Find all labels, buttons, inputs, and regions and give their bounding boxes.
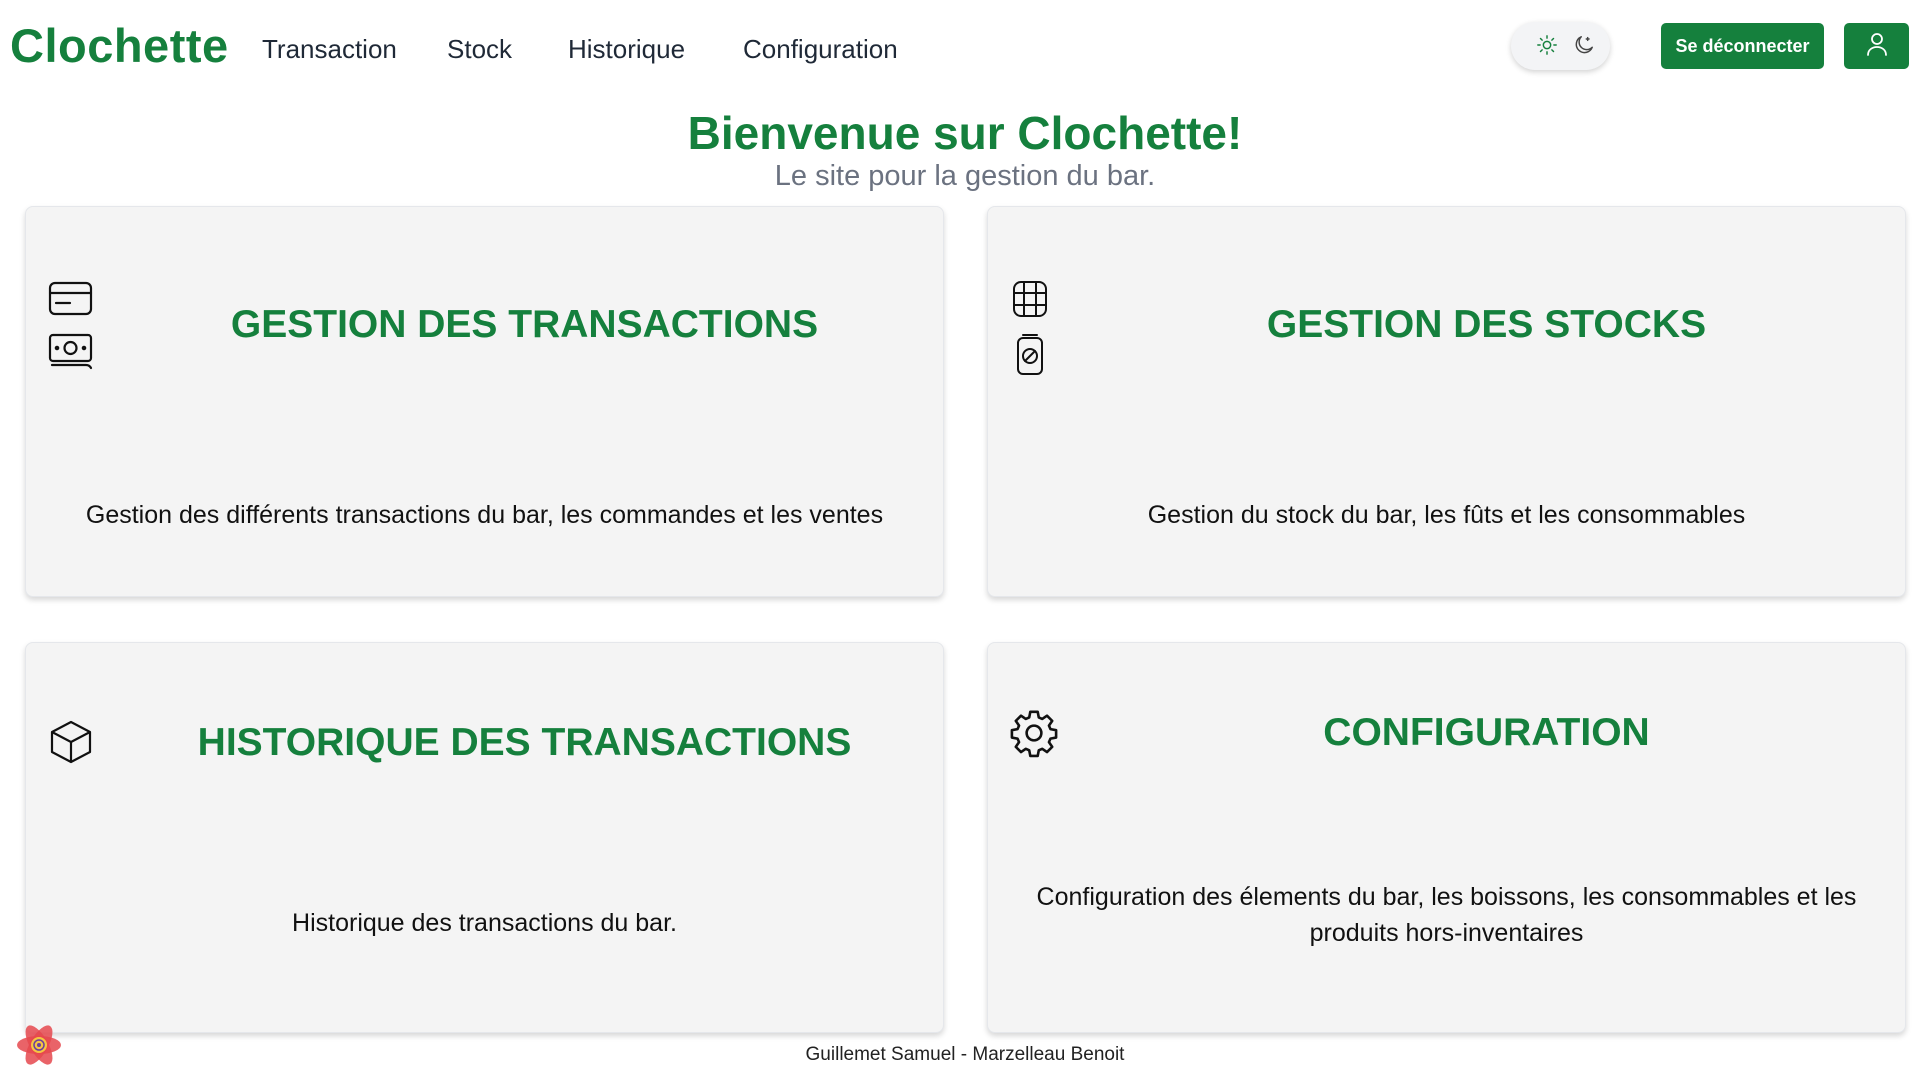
card-configuration[interactable]: CONFIGURATION Configuration des élements… bbox=[987, 642, 1906, 1033]
card-icons bbox=[48, 279, 94, 377]
moon-icon[interactable] bbox=[1573, 34, 1595, 61]
theme-toggle[interactable] bbox=[1511, 22, 1610, 70]
page-title: Bienvenue sur Clochette! bbox=[687, 107, 1243, 159]
card-title: GESTION DES TRANSACTIONS bbox=[230, 303, 819, 346]
card-icons bbox=[1010, 279, 1050, 383]
card-stocks[interactable]: GESTION DES STOCKS Gestion du stock du b… bbox=[987, 206, 1906, 597]
card-icons bbox=[1008, 707, 1060, 764]
nav-link-transaction[interactable]: Transaction bbox=[262, 34, 397, 65]
card-description: Configuration des élements du bar, les b… bbox=[1036, 883, 1857, 947]
brand-logo[interactable]: Clochette bbox=[10, 18, 229, 73]
keg-icon bbox=[1010, 279, 1050, 324]
logout-button[interactable]: Se déconnecter bbox=[1661, 23, 1824, 69]
profile-button[interactable] bbox=[1844, 23, 1909, 69]
credit-card-icon bbox=[48, 279, 94, 324]
card-description: Historique des transactions du bar. bbox=[292, 909, 677, 937]
nav-link-configuration[interactable]: Configuration bbox=[743, 34, 898, 65]
card-icons bbox=[48, 719, 94, 770]
can-icon bbox=[1010, 332, 1050, 383]
navbar: Clochette Transaction Stock Historique C… bbox=[0, 0, 1920, 96]
nav-link-stock[interactable]: Stock bbox=[447, 34, 512, 65]
user-icon bbox=[1865, 31, 1889, 62]
box-icon bbox=[48, 719, 94, 770]
page-subtitle: Le site pour la gestion du bar. bbox=[774, 160, 1156, 192]
card-title: GESTION DES STOCKS bbox=[1266, 303, 1707, 346]
banknote-icon bbox=[48, 332, 94, 377]
card-historique[interactable]: HISTORIQUE DES TRANSACTIONS Historique d… bbox=[25, 642, 944, 1033]
sun-icon[interactable] bbox=[1536, 34, 1558, 61]
footer-authors: Guillemet Samuel - Marzelleau Benoit bbox=[805, 1044, 1125, 1065]
card-description: Gestion du stock du bar, les fûts et les… bbox=[1147, 501, 1746, 529]
card-title: HISTORIQUE DES TRANSACTIONS bbox=[197, 721, 852, 764]
card-title: CONFIGURATION bbox=[1323, 711, 1650, 754]
card-description: Gestion des différents transactions du b… bbox=[85, 501, 884, 529]
card-transactions[interactable]: GESTION DES TRANSACTIONS Gestion des dif… bbox=[25, 206, 944, 597]
gear-icon bbox=[1008, 707, 1060, 764]
nav-link-historique[interactable]: Historique bbox=[568, 34, 685, 65]
